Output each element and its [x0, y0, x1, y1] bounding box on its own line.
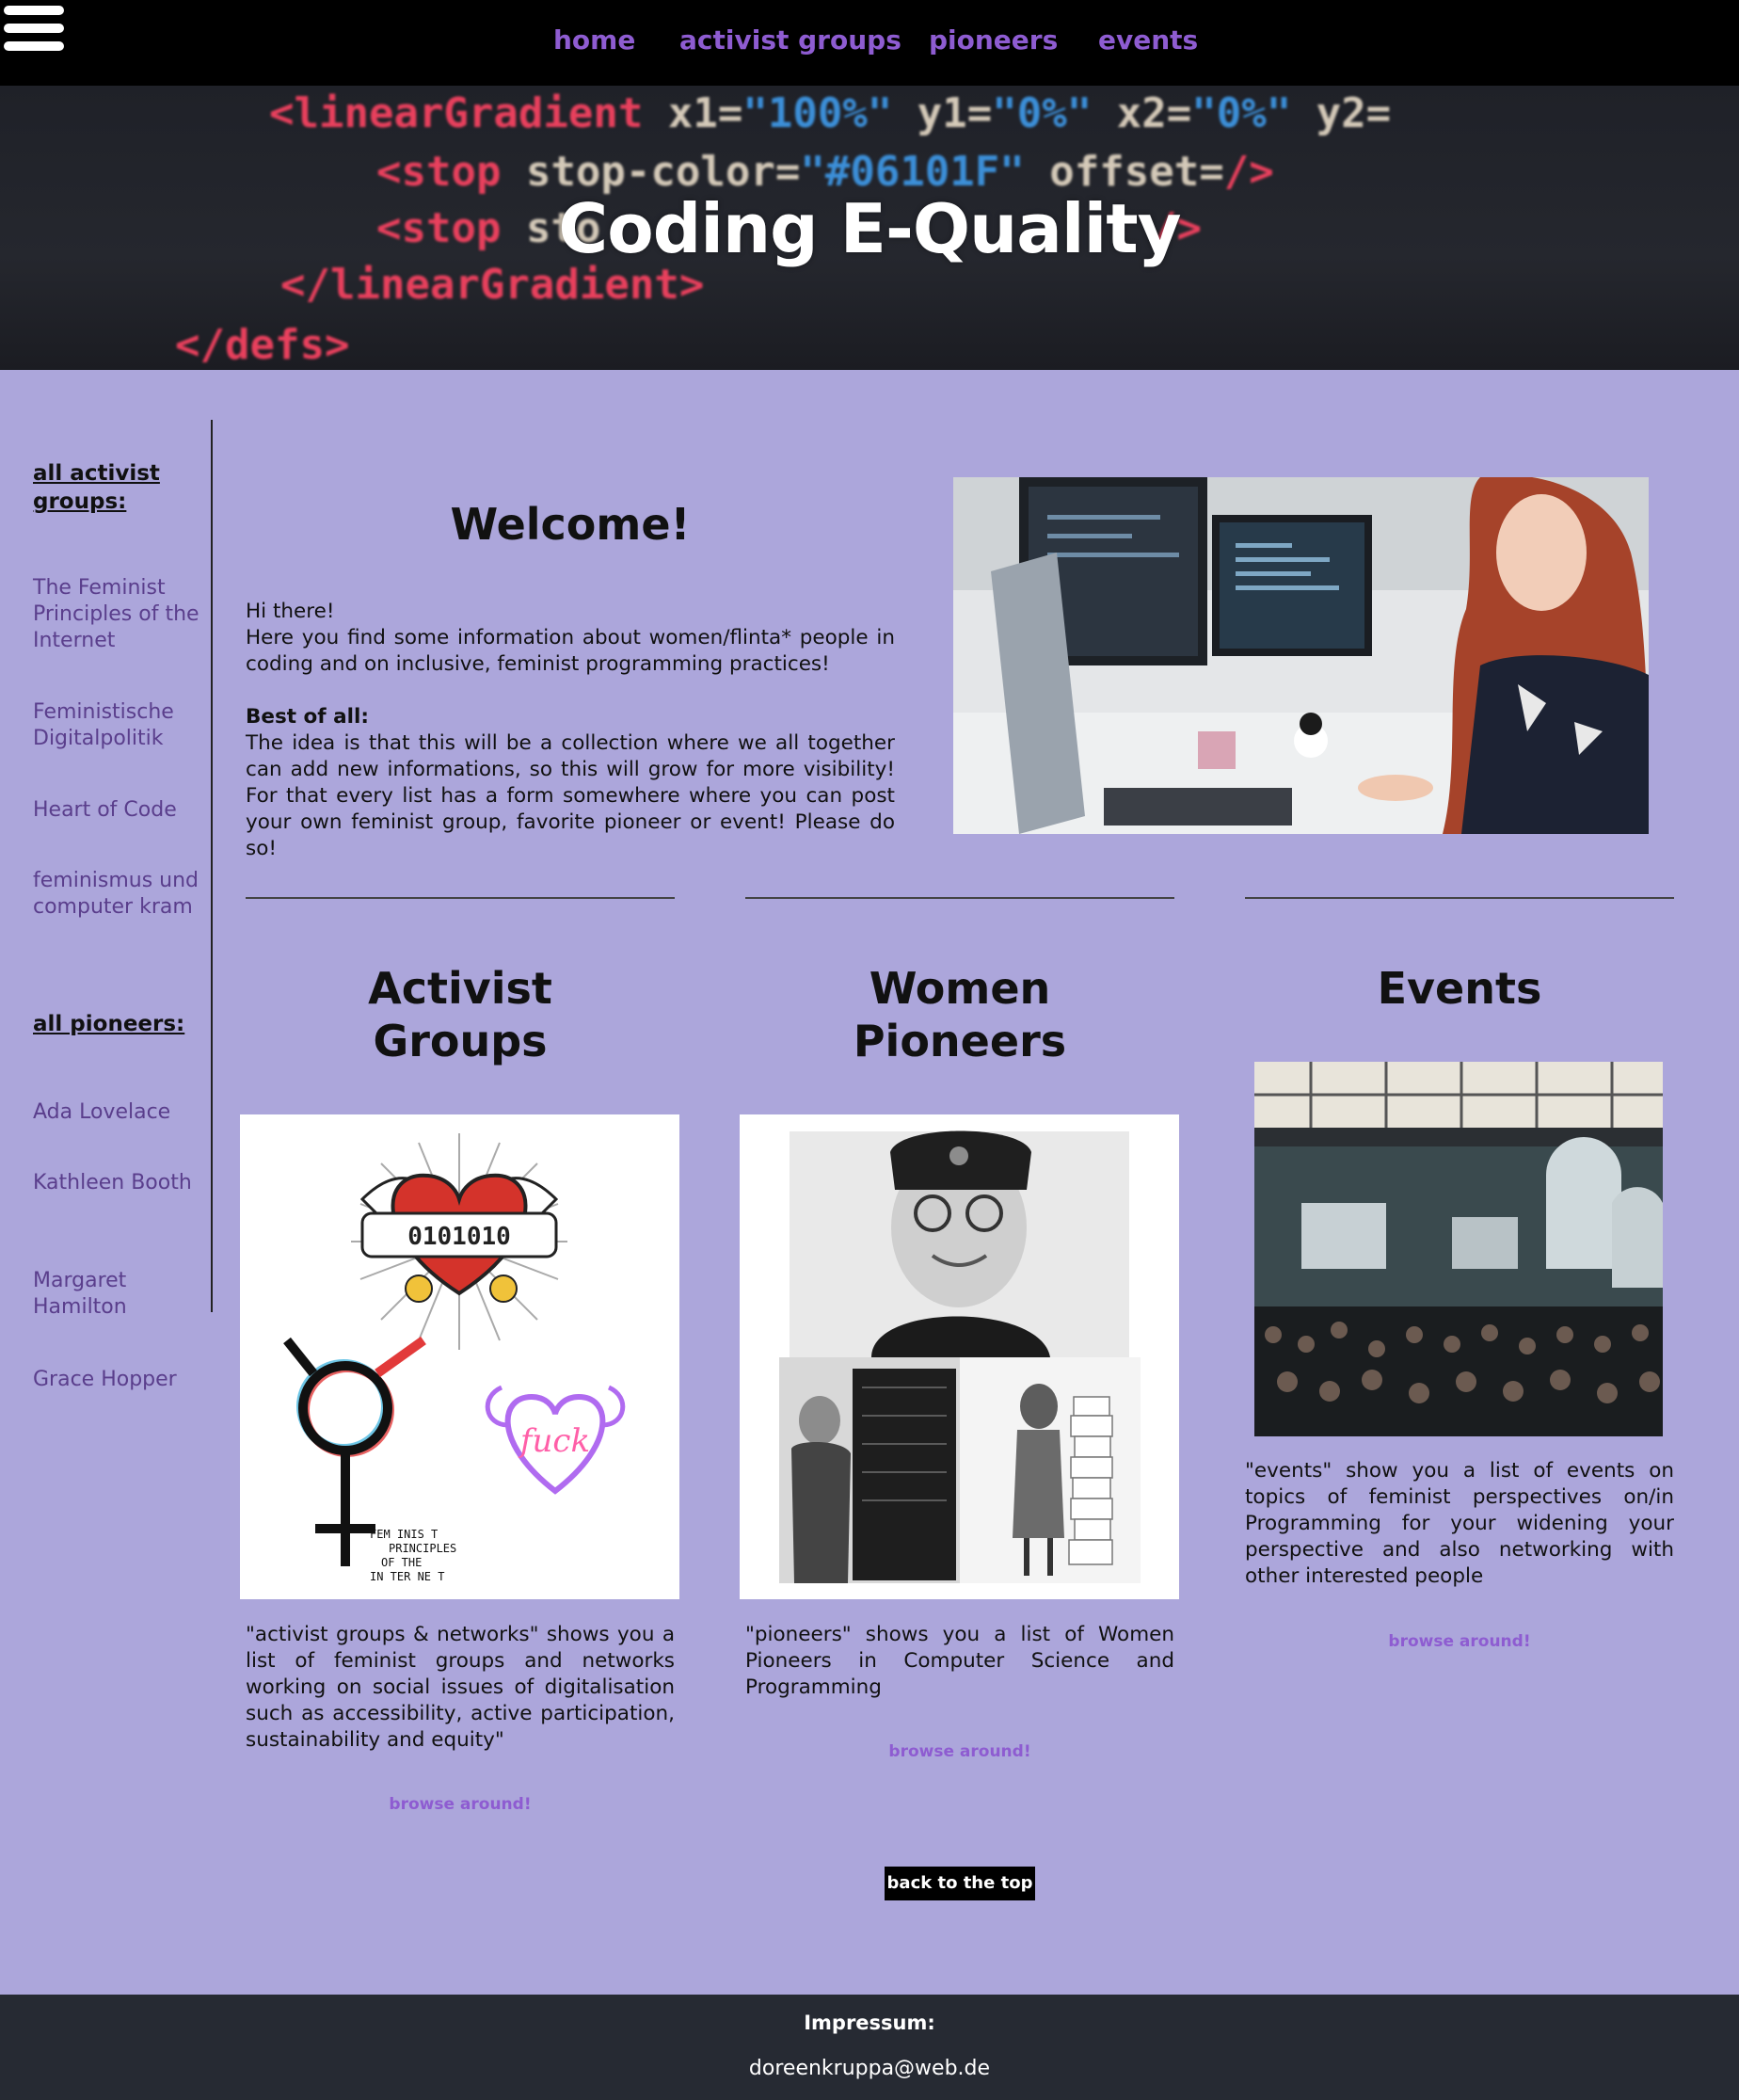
- nav-activist-groups[interactable]: activist groups: [679, 24, 901, 56]
- nav-events[interactable]: events: [1098, 24, 1198, 56]
- events-description: "events" show you a list of events on to…: [1245, 1459, 1674, 1588]
- sidebar-heading-pioneers: all pioneers:: [33, 1012, 185, 1036]
- women-pioneers-heading: Women Pioneers: [853, 963, 1067, 1066]
- sidebar-divider: [211, 420, 213, 1312]
- sidebar-item-feminist-principles[interactable]: The Feminist Principles of the Internet: [33, 575, 212, 654]
- sidebar-item-heart-of-code[interactable]: Heart of Code: [33, 797, 212, 824]
- women-pioneers-browse-link[interactable]: browse around!: [745, 1742, 1174, 1761]
- welcome-intro: Here you find some information about wom…: [246, 626, 895, 676]
- women-pioneers-image: [740, 1114, 1179, 1599]
- welcome-best-text: The idea is that this will be a collecti…: [246, 731, 895, 860]
- code-line-5: </defs>: [175, 321, 350, 369]
- divider-events: [1245, 897, 1674, 899]
- sidebar-item-grace-hopper[interactable]: Grace Hopper: [33, 1367, 212, 1393]
- activist-groups-image: 0101010 FEM INIS T PRINCIPLES OF THE IN …: [240, 1114, 679, 1599]
- neon-heart-icon: fuck: [485, 1385, 626, 1495]
- welcome-best-label: Best of all:: [246, 705, 369, 729]
- nav-home[interactable]: home: [553, 24, 635, 56]
- welcome-greeting: Hi there!: [246, 600, 335, 623]
- svg-text:fuck: fuck: [518, 1422, 590, 1460]
- site-title: Coding E-Quality: [558, 189, 1181, 268]
- divider-pioneers: [745, 897, 1174, 899]
- top-navbar: home activist groups pioneers events: [0, 0, 1739, 86]
- svg-text:FEM INIS T: FEM INIS T: [370, 1528, 438, 1541]
- back-to-top-button[interactable]: back to the top: [885, 1867, 1035, 1900]
- svg-text:IN TER NE T: IN TER NE T: [370, 1570, 444, 1583]
- welcome-text: Hi there! Here you find some information…: [246, 599, 895, 889]
- divider-activist: [246, 897, 675, 899]
- hero-banner: <linearGradient x1="100%" y1="0%" x2="0%…: [0, 86, 1739, 370]
- welcome-heading: Welcome!: [450, 499, 691, 550]
- contact-email[interactable]: doreenkruppa@web.de: [0, 2057, 1739, 2080]
- events-image: [1254, 1062, 1663, 1436]
- woman-coding-photo: [953, 477, 1649, 834]
- events-heading: Events: [1377, 963, 1542, 1014]
- activist-groups-heading: Activist Groups: [368, 963, 552, 1066]
- activist-groups-description: "activist groups & networks" shows you a…: [246, 1623, 675, 1752]
- impressum-label: Impressum:: [804, 2012, 935, 2034]
- svg-text:0101010: 0101010: [407, 1223, 511, 1251]
- footer: Impressum: doreenkruppa@web.de: [0, 1995, 1739, 2100]
- sidebar-item-feministische-digitalpolitik[interactable]: Feministische Digitalpolitik: [33, 699, 212, 752]
- sidebar-item-ada-lovelace[interactable]: Ada Lovelace: [33, 1099, 212, 1126]
- main-nav: home activist groups pioneers events: [0, 24, 1739, 62]
- sidebar-item-kathleen-booth[interactable]: Kathleen Booth: [33, 1170, 212, 1196]
- svg-text:OF THE: OF THE: [381, 1556, 422, 1569]
- sidebar-item-margaret-hamilton[interactable]: Margaret Hamilton: [33, 1268, 212, 1321]
- nav-pioneers[interactable]: pioneers: [929, 24, 1058, 56]
- code-line-1: <linearGradient x1="100%" y1="0%" x2="0%…: [269, 89, 1392, 137]
- sidebar-item-feminismus-computer-kram[interactable]: feminismus und computer kram: [33, 868, 212, 921]
- events-browse-link[interactable]: browse around!: [1245, 1632, 1674, 1651]
- svg-text:PRINCIPLES: PRINCIPLES: [389, 1542, 456, 1555]
- activist-groups-browse-link[interactable]: browse around!: [246, 1795, 675, 1814]
- women-pioneers-description: "pioneers" shows you a list of Women Pio…: [745, 1623, 1174, 1699]
- sidebar-heading-groups: all activist groups:: [33, 461, 160, 514]
